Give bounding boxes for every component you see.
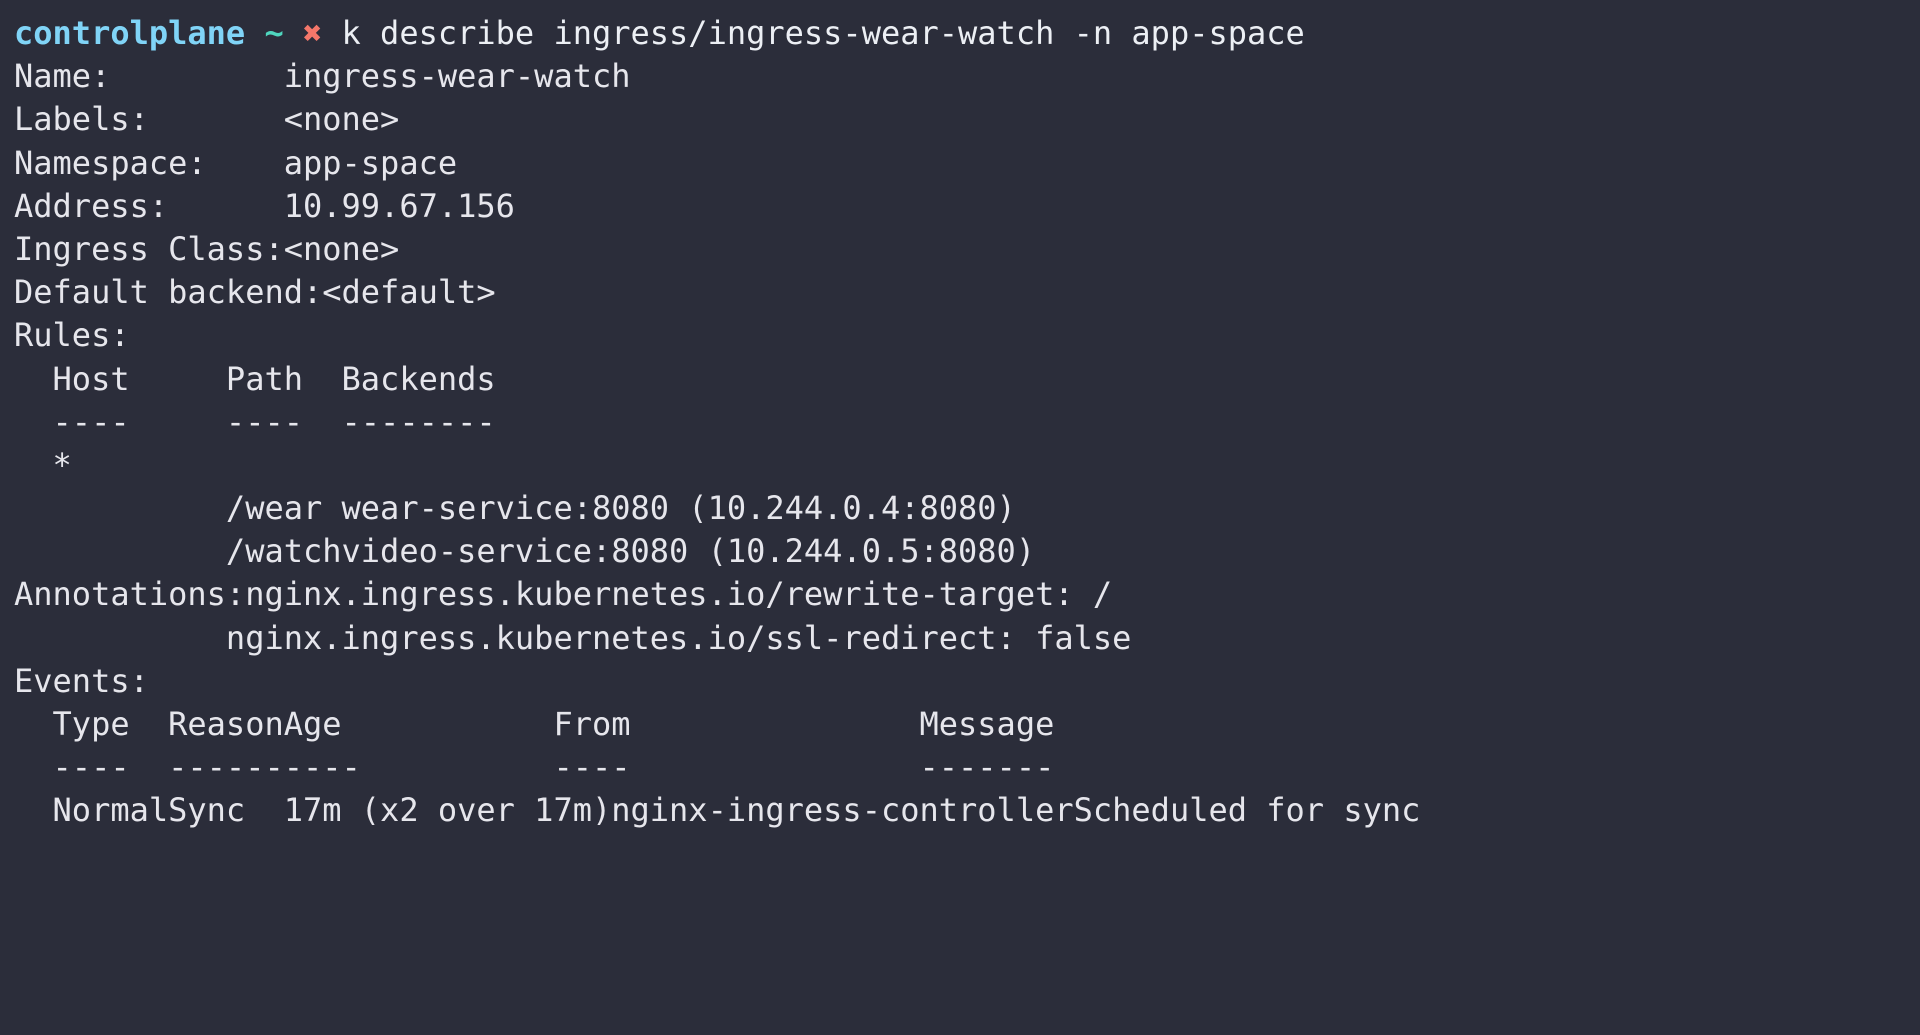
prompt-path: ~ [264, 14, 284, 52]
pad [14, 619, 226, 657]
events-header-age: Age [283, 705, 342, 743]
events-dashes-line: ---- ---------- ---- ------- [0, 746, 1920, 789]
annotations-line-1: Annotations:nginx.ingress.kubernetes.io/… [0, 573, 1920, 616]
terminal-window[interactable]: controlplane ~ ✖ k describe ingress/ingr… [0, 0, 1920, 1035]
rules-dash-host: ---- [52, 402, 130, 441]
pad [130, 403, 226, 441]
field-value: app-space [283, 143, 458, 182]
field-label: Namespace: [14, 143, 207, 182]
rules-host-line: * [0, 444, 1920, 487]
command-text: k describe ingress/ingress-wear-watch -n… [341, 14, 1305, 52]
pad [14, 489, 226, 527]
prompt-space-3 [322, 14, 341, 52]
rules-row-backend: video-service:8080 (10.244.0.5:8080) [341, 532, 1036, 571]
pad [14, 532, 226, 570]
pad [303, 360, 342, 398]
events-dash-from: ---- [553, 748, 631, 787]
events-dash-message: ------- [919, 748, 1055, 787]
events-header-reason: Reason [168, 705, 284, 743]
rules-header-line: Host Path Backends [0, 358, 1920, 401]
pad [631, 705, 920, 743]
prompt-status-icon: ✖ [302, 14, 323, 52]
rules-row-wear: /wear wear-service:8080 (10.244.0.4:8080… [0, 487, 1920, 530]
pad [207, 144, 284, 182]
rules-row-watch: /watchvideo-service:8080 (10.244.0.5:808… [0, 530, 1920, 573]
prompt-host: controlplane [14, 14, 246, 52]
pad [342, 705, 554, 743]
rules-label: Rules: [14, 316, 130, 355]
field-ingress-class-line: Ingress Class:<none> [0, 228, 1920, 271]
rules-row-path: /wear [225, 489, 323, 528]
rules-dashes-line: ---- ---- -------- [0, 401, 1920, 444]
rules-header-backends: Backends [341, 359, 496, 398]
rules-header-host: Host [52, 359, 130, 398]
pad [322, 489, 341, 527]
pad [245, 791, 284, 829]
rules-label-line: Rules: [0, 314, 1920, 357]
field-value: <none> [283, 229, 400, 268]
field-label: Address: [14, 186, 169, 225]
field-labels-line: Labels: <none> [0, 98, 1920, 141]
field-label: Labels: [14, 100, 149, 139]
events-header-line: Type ReasonAge From Message [0, 703, 1920, 746]
annotations-line-2: nginx.ingress.kubernetes.io/ssl-redirect… [0, 617, 1920, 660]
event-message: Scheduled for sync [1073, 791, 1421, 830]
events-header-from: From [553, 705, 631, 743]
rules-header-path: Path [225, 359, 303, 398]
annotation-value: nginx.ingress.kubernetes.io/ssl-redirect… [225, 618, 1132, 657]
pad [168, 187, 284, 225]
pad [361, 748, 554, 786]
events-header-message: Message [919, 705, 1055, 743]
field-value: <default> [322, 273, 496, 312]
events-dash-age: ---- [283, 748, 361, 787]
field-name-line: Name: ingress-wear-watch [0, 55, 1920, 98]
prompt-line: controlplane ~ ✖ k describe ingress/ingr… [0, 12, 1920, 55]
event-type: Normal [52, 791, 169, 830]
field-value: ingress-wear-watch [283, 57, 631, 96]
rules-dash-backends: -------- [341, 402, 496, 441]
pad [303, 403, 342, 441]
annotations-label: Annotations: [14, 575, 246, 614]
pad [130, 748, 169, 786]
field-namespace-line: Namespace: app-space [0, 142, 1920, 185]
event-from: nginx-ingress-controller [611, 791, 1074, 830]
prompt-space-2 [284, 14, 303, 52]
rules-row-backend: wear-service:8080 (10.244.0.4:8080) [341, 489, 1016, 528]
event-age: 17m (x2 over 17m) [283, 791, 612, 830]
rules-row-path: /watch [225, 532, 342, 571]
events-dash-reason: ------ [168, 748, 284, 787]
events-dash-type: ---- [52, 748, 130, 787]
field-label: Ingress Class: [14, 229, 284, 268]
pad [130, 360, 226, 398]
pad [130, 705, 169, 743]
events-header-type: Type [52, 705, 130, 743]
annotation-value: nginx.ingress.kubernetes.io/rewrite-targ… [245, 575, 1113, 614]
field-value: 10.99.67.156 [283, 186, 515, 225]
events-label-line: Events: [0, 660, 1920, 703]
field-label: Default backend: [14, 273, 323, 312]
events-label: Events: [14, 661, 149, 700]
pad [149, 100, 284, 138]
field-address-line: Address: 10.99.67.156 [0, 185, 1920, 228]
field-value: <none> [283, 100, 400, 139]
field-label: Name: [14, 57, 111, 96]
pad [110, 57, 283, 95]
pad [631, 748, 920, 786]
field-default-backend-line: Default backend:<default> [0, 271, 1920, 314]
event-reason: Sync [168, 791, 246, 830]
rules-host-value: * [52, 445, 72, 484]
events-row: NormalSync 17m (x2 over 17m)nginx-ingres… [0, 789, 1920, 832]
rules-dash-path: ---- [225, 402, 303, 441]
prompt-space-1 [245, 14, 264, 52]
